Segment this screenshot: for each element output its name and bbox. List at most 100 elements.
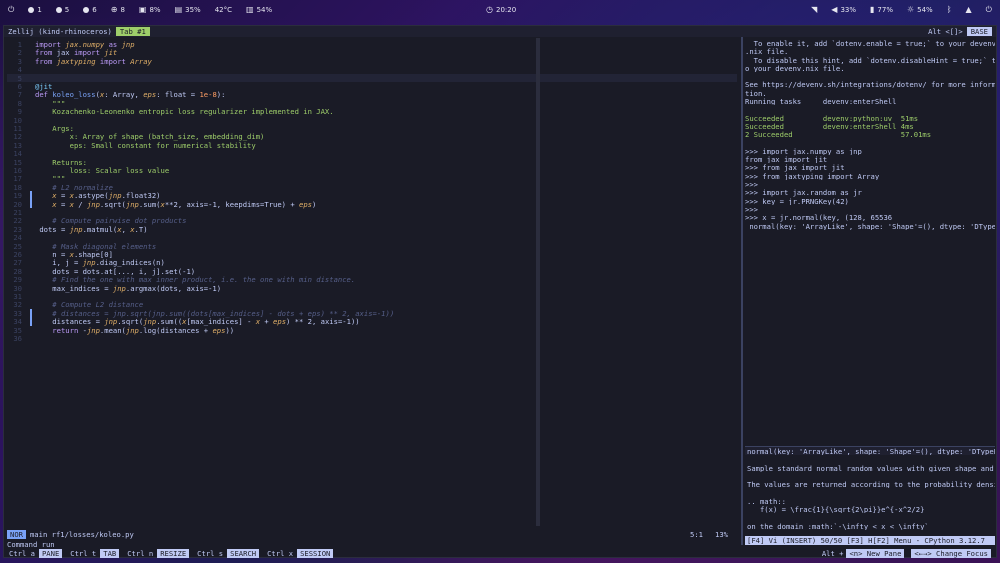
code-token: eps	[299, 199, 312, 209]
command-line[interactable]: Command run	[7, 540, 55, 549]
code-line[interactable]: 2 from jax import jit	[7, 48, 737, 58]
line-number: 9	[17, 107, 22, 117]
bluetooth-icon[interactable]: ᛒ	[947, 6, 952, 14]
code-line[interactable]: 24	[7, 233, 737, 243]
code-token: .sqrt(	[117, 317, 144, 327]
code-line[interactable]: 4	[7, 65, 737, 74]
code-line[interactable]: 26 n = x .shape[0]	[7, 250, 737, 259]
workspace-6[interactable]: 6	[83, 6, 97, 14]
code-token: x: Array of shape (batch_size, embedding…	[35, 132, 265, 142]
code-token: jnp	[104, 317, 118, 327]
brightness-indicator[interactable]: ☼ 54%	[907, 6, 933, 15]
code-line[interactable]: 19 x = x .astype(jnp .float32)	[7, 191, 737, 201]
code-line[interactable]: 16 loss: Scalar loss value	[7, 166, 737, 175]
code-token: 1e-8	[199, 90, 217, 100]
code-token: x	[35, 199, 57, 209]
keybind-pane[interactable]: PANE	[38, 549, 63, 558]
workspace-1[interactable]: 1	[28, 6, 42, 14]
code-line[interactable]: 33 # distances = jnp.sqrt(jnp.sum((dots[…	[7, 308, 737, 318]
code-line[interactable]: 34 distances = jnp .sqrt(jnp .sum((x [max_i…	[7, 317, 737, 327]
tab-1[interactable]: Tab #1	[115, 27, 150, 36]
code-line[interactable]: 11 Args:	[7, 124, 737, 133]
repl-line	[745, 139, 995, 147]
code-line[interactable]: 7 def koleo_loss(x: Array, eps: float = 1…	[7, 90, 737, 100]
workspace-dot-icon	[83, 7, 90, 13]
code-line[interactable]: 17 """	[7, 174, 737, 184]
code-line[interactable]: 27 i, j = jnp .diag_indices(n)	[7, 258, 737, 267]
code-token: eps	[143, 90, 157, 100]
topbar-right: ◥ ◀ 33% ▮ 77% ☼ 54% ᛒ ▲ ⏻	[811, 6, 992, 15]
terminal-window[interactable]: Zellij (kind-rhinoceros) Tab #1 Alt <[]>…	[3, 25, 997, 558]
code-token: ))	[225, 325, 235, 335]
code-line[interactable]: 14	[7, 149, 737, 158]
code-line[interactable]: 20 x = x / jnp .sqrt(jnp .sum(x **2, axis=-…	[7, 199, 737, 209]
code-line[interactable]: 9 Kozachenko-Leonenko entropic loss regu…	[7, 107, 737, 117]
notification-icon[interactable]: ▲	[966, 6, 972, 14]
keybind-tab[interactable]: TAB	[100, 549, 120, 558]
file-path: main rf1/losses/koleo.py	[29, 530, 134, 539]
code-line[interactable]: 8 """	[7, 98, 737, 108]
code-line[interactable]: 15 Returns:	[7, 158, 737, 167]
line-number: 8	[17, 98, 22, 108]
line-number: 24	[13, 233, 22, 243]
code-line[interactable]: 23 dots = jnp .matmul(x, x .T)	[7, 224, 737, 234]
code-token: # L2 normalize	[35, 182, 113, 192]
code-token: : float =	[156, 90, 200, 100]
code-line[interactable]: 35 return - jnp .mean(jnp .log(distances + …	[7, 325, 737, 335]
line-number: 26	[13, 250, 22, 259]
line-number: 34	[13, 317, 22, 327]
code-line[interactable]: 5	[7, 73, 737, 83]
editor-pane[interactable]: 1 import jax.numpy as jnp 2 from jax import…	[7, 40, 737, 525]
git-gutter-mark	[30, 317, 32, 326]
code-line[interactable]: 30 max_indices = jnp .argmax(dots, axis=-…	[7, 284, 737, 293]
git-gutter-mark	[30, 284, 32, 292]
code-line[interactable]: 28 dots = dots.at[..., i, j].set(-1)	[7, 266, 737, 276]
code-line[interactable]: 22 # Compute pairwise dot products	[7, 216, 737, 225]
git-gutter-mark	[30, 141, 32, 149]
pane-divider[interactable]	[741, 37, 743, 545]
change-focus-hint[interactable]: <←→> Change Focus	[911, 549, 991, 558]
code-token: """	[35, 174, 66, 184]
workspace-8[interactable]: ⊕ 8	[111, 6, 125, 15]
keybind-session[interactable]: SESSION	[297, 549, 334, 558]
apps-icon[interactable]: ⏻	[8, 6, 14, 14]
code-token: dots = dots.at[..., i, j].set(-1)	[35, 266, 196, 276]
code-line[interactable]: 18 # L2 normalize	[7, 182, 737, 192]
code-line[interactable]: 6 @jit	[7, 82, 737, 91]
code-line[interactable]: 3 from jaxtyping import Array	[7, 57, 737, 66]
code-token: jnp	[69, 224, 83, 234]
volume-indicator[interactable]: ◀ 33%	[831, 6, 856, 15]
code-token: # Find the one with max inner product, i…	[35, 275, 356, 285]
code-line[interactable]: 25 # Mask diagonal elements	[7, 242, 737, 251]
code-line[interactable]: 36	[7, 334, 737, 343]
git-gutter-mark	[30, 250, 32, 258]
repl-pane[interactable]: To enable it, add `dotenv.enable = true;…	[745, 39, 995, 429]
workspace-5[interactable]: 5	[55, 6, 69, 14]
code-line[interactable]: 1 import jax.numpy as jnp	[7, 40, 737, 49]
code-token: jnp	[121, 40, 135, 49]
new-pane-hint[interactable]: <n> New Pane	[846, 549, 905, 558]
code-line[interactable]: 12 x: Array of shape (batch_size, embedd…	[7, 132, 737, 142]
code-line[interactable]: 29 # Find the one with max inner product…	[7, 275, 737, 285]
git-gutter-mark	[30, 132, 32, 140]
code-line[interactable]: 10	[7, 116, 737, 125]
code-token: jax	[56, 48, 74, 58]
wifi-icon[interactable]: ◥	[811, 6, 817, 14]
keybind-search[interactable]: SEARCH	[227, 549, 260, 558]
code-line[interactable]: 32 # Compute L2 distance	[7, 300, 737, 309]
code-line[interactable]: 13 eps: Small constant for numerical sta…	[7, 141, 737, 150]
code-line[interactable]: 21	[7, 208, 737, 217]
code-line[interactable]: 31	[7, 292, 737, 301]
git-gutter-mark	[30, 300, 32, 308]
battery-indicator[interactable]: ▮ 77%	[870, 6, 893, 15]
keybind-resize[interactable]: RESIZE	[157, 549, 190, 558]
doc-line: on the domain :math:`-\infty < x < \inft…	[747, 521, 929, 530]
clock[interactable]: ◷ 20:20	[486, 6, 516, 15]
code-token: as	[104, 40, 122, 49]
scroll-percent: 13%	[715, 530, 728, 539]
mode-indicator: BASE	[966, 27, 992, 36]
code-token: ,	[121, 224, 131, 234]
code-token: =	[56, 191, 70, 201]
power-icon[interactable]: ⏻	[986, 6, 992, 14]
zellij-tab-bar-right: Alt <[]> BASE	[928, 27, 992, 36]
